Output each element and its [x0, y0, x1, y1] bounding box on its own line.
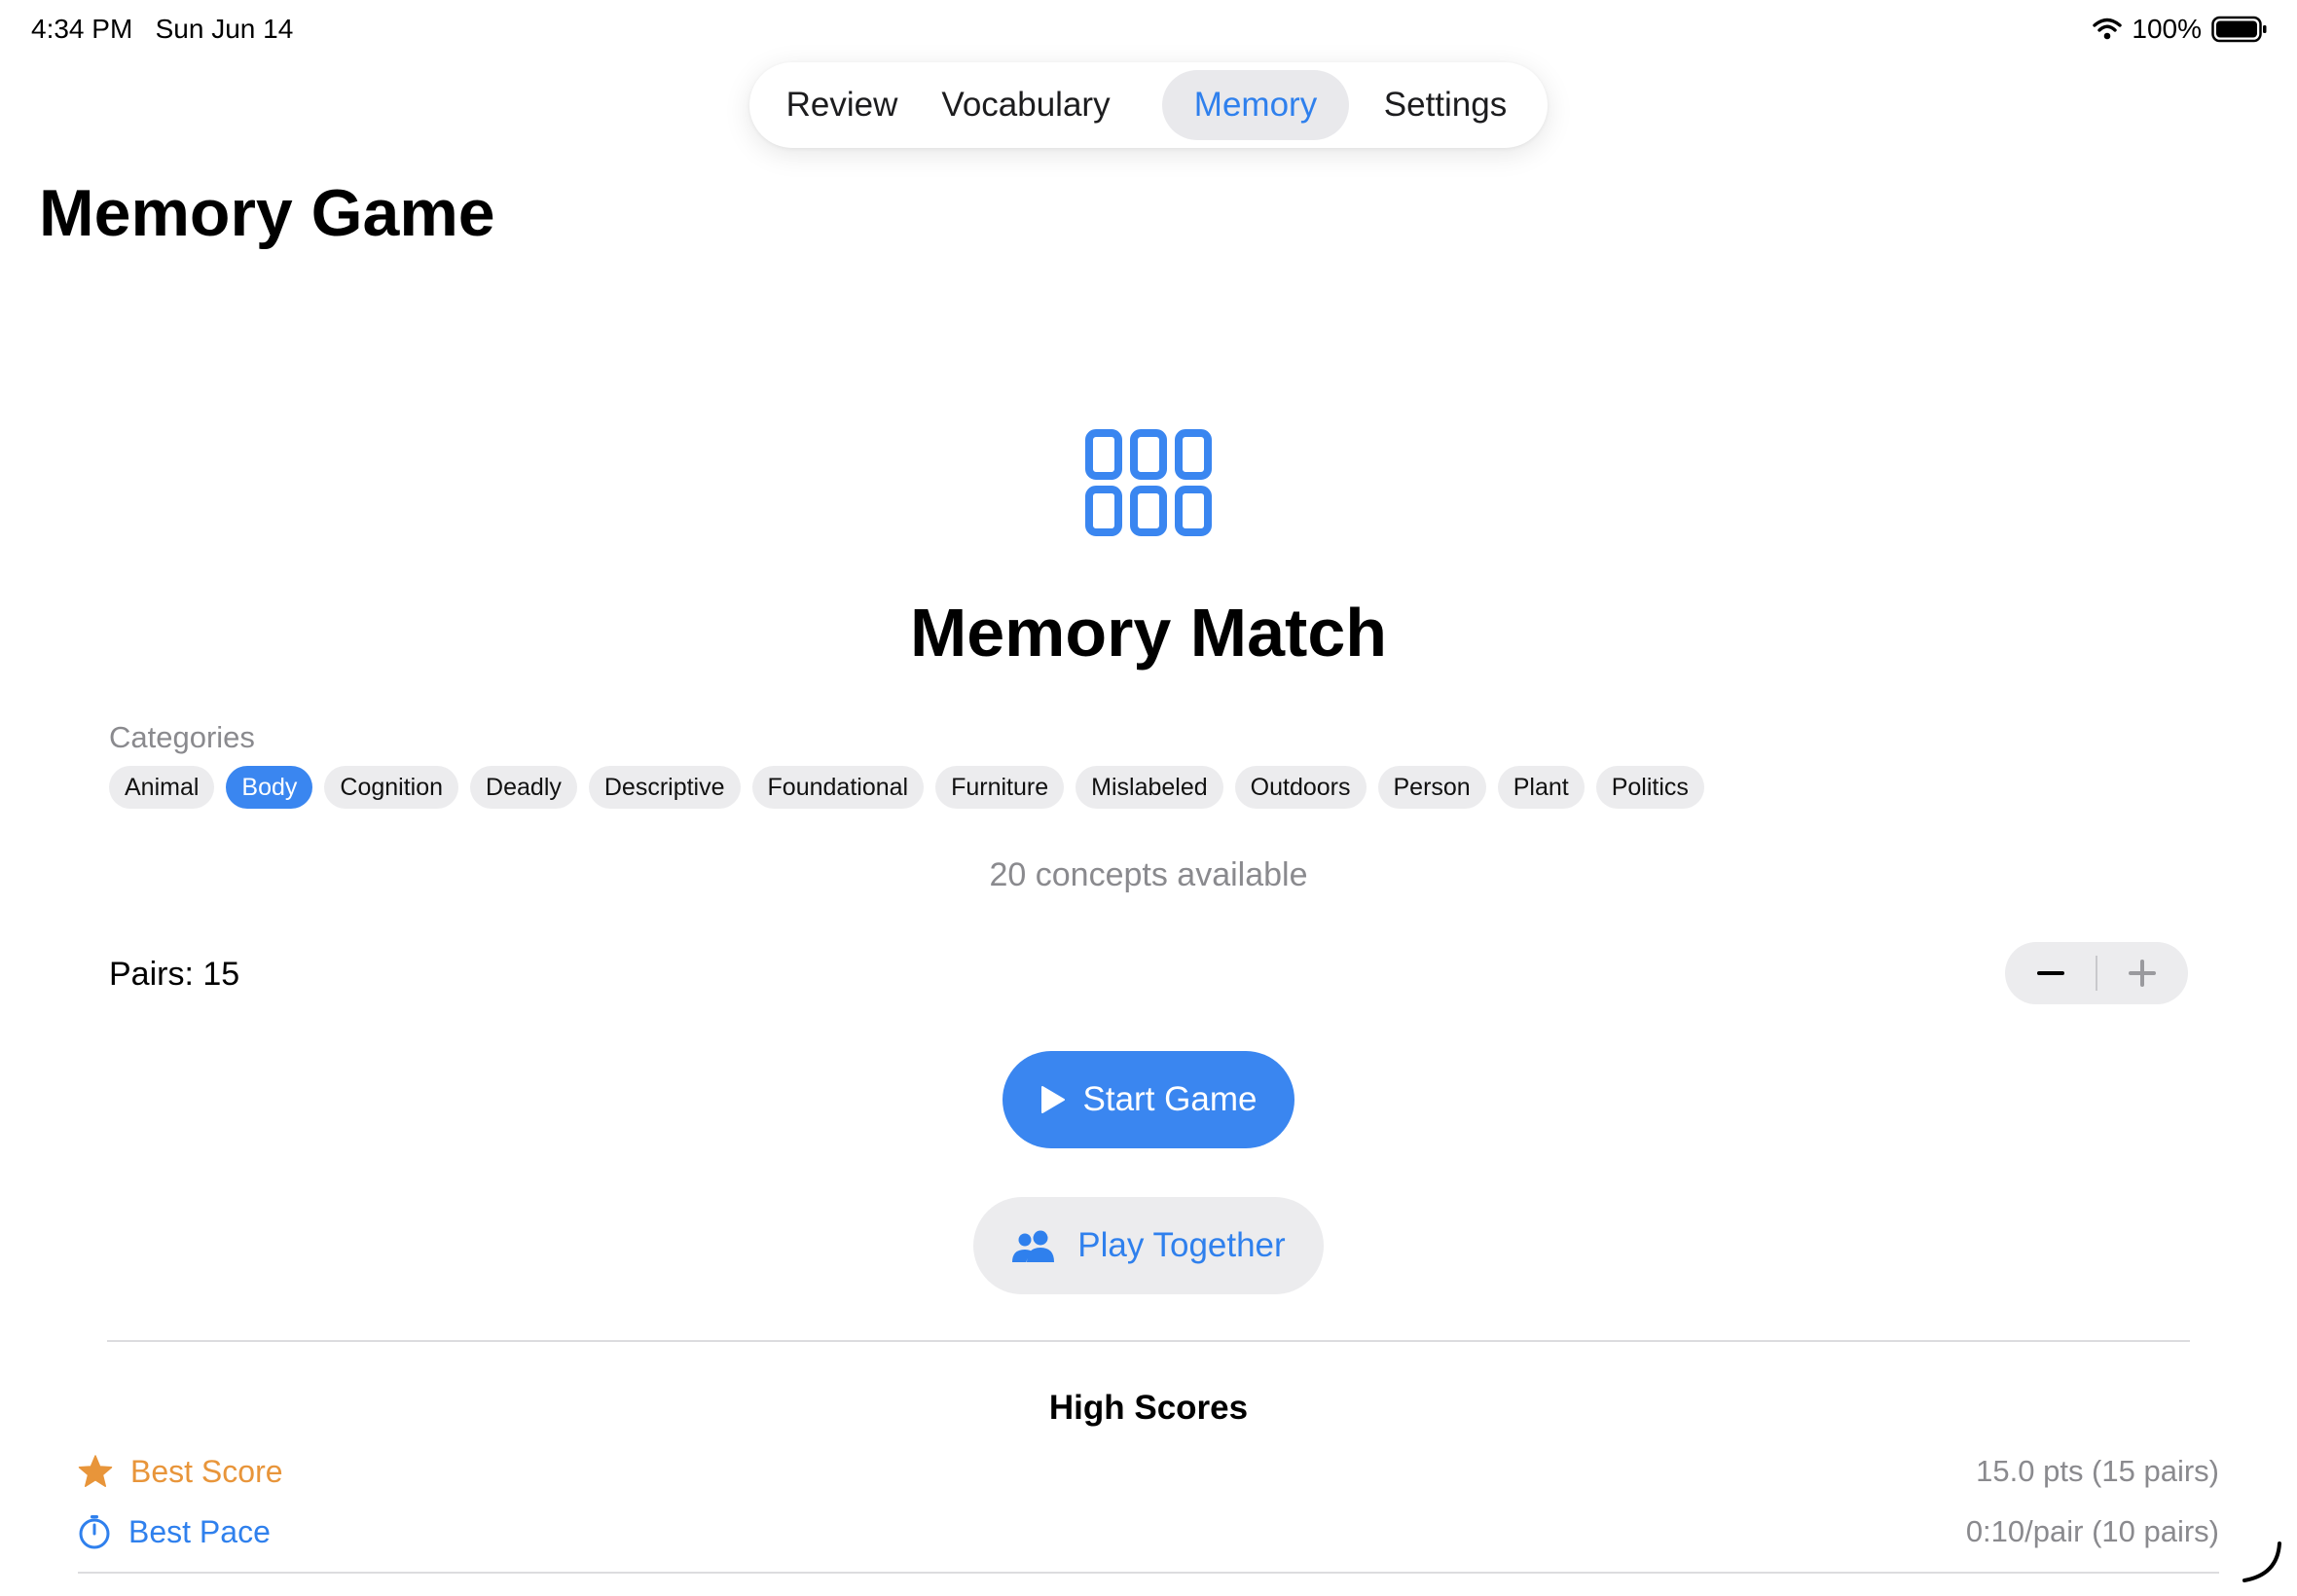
best-score-row: Best Score 15.0 pts (15 pairs)	[78, 1447, 2219, 1496]
category-chips: Animal Body Cognition Deadly Descriptive…	[109, 766, 1704, 809]
concepts-available-text: 20 concepts available	[989, 856, 1308, 893]
best-score-value: 15.0 pts (15 pairs)	[1976, 1454, 2219, 1488]
categories-label: Categories	[109, 720, 255, 754]
category-chip-descriptive[interactable]: Descriptive	[588, 766, 741, 809]
battery-icon	[2211, 16, 2267, 43]
play-icon	[1040, 1086, 1065, 1113]
increment-button[interactable]	[2096, 942, 2188, 1004]
page-title: Memory Game	[39, 176, 495, 250]
star-icon	[78, 1455, 113, 1487]
top-tab-bar: Review Vocabulary Memory Settings	[749, 62, 1548, 148]
clock-time: 4:34 PM	[31, 14, 133, 44]
category-chip-foundational[interactable]: Foundational	[751, 766, 925, 809]
best-score-label: Best Score	[130, 1453, 283, 1489]
category-chip-body[interactable]: Body	[226, 766, 313, 809]
category-chip-outdoors[interactable]: Outdoors	[1234, 766, 1367, 809]
timer-icon	[79, 1515, 110, 1549]
pairs-label: Pairs: 15	[109, 956, 240, 993]
category-chip-furniture[interactable]: Furniture	[935, 766, 1065, 809]
category-chip-person[interactable]: Person	[1377, 766, 1486, 809]
people-icon	[1012, 1230, 1055, 1262]
category-chip-animal[interactable]: Animal	[109, 766, 215, 809]
grid-cards-icon	[1085, 429, 1212, 536]
minus-icon	[2037, 971, 2064, 975]
best-pace-row: Best Pace 0:10/pair (10 pairs)	[78, 1507, 2219, 1556]
best-pace-value: 0:10/pair (10 pairs)	[1965, 1514, 2219, 1548]
start-game-button[interactable]: Start Game	[1003, 1051, 1294, 1148]
tab-memory[interactable]: Memory	[1162, 70, 1349, 140]
resize-handle-icon[interactable]	[2239, 1538, 2287, 1586]
decrement-button[interactable]	[2005, 942, 2096, 1004]
plus-icon	[2129, 960, 2156, 987]
play-together-label: Play Together	[1077, 1226, 1286, 1264]
category-chip-cognition[interactable]: Cognition	[324, 766, 459, 809]
battery-percent: 100%	[2132, 14, 2202, 44]
best-pace-label: Best Pace	[128, 1513, 271, 1549]
game-title: Memory Match	[909, 595, 1388, 671]
tab-vocabulary[interactable]: Vocabulary	[930, 70, 1121, 140]
category-chip-plant[interactable]: Plant	[1497, 766, 1585, 809]
list-bottom-divider	[78, 1572, 2219, 1574]
pairs-stepper	[2005, 942, 2188, 1004]
status-bar-right: 100%	[2093, 14, 2268, 45]
clock-date: Sun Jun 14	[155, 14, 294, 44]
tab-review[interactable]: Review	[759, 70, 925, 140]
category-chip-politics[interactable]: Politics	[1595, 766, 1704, 809]
status-bar-time: 4:34 PM Sun Jun 14	[31, 14, 293, 45]
tab-settings[interactable]: Settings	[1355, 70, 1536, 140]
play-together-button[interactable]: Play Together	[973, 1197, 1324, 1294]
section-divider	[107, 1340, 2190, 1342]
category-chip-mislabeled[interactable]: Mislabeled	[1076, 766, 1223, 809]
start-game-label: Start Game	[1082, 1080, 1258, 1118]
high-scores-title: High Scores	[1048, 1389, 1249, 1427]
wifi-icon	[2093, 18, 2123, 40]
category-chip-deadly[interactable]: Deadly	[470, 766, 577, 809]
